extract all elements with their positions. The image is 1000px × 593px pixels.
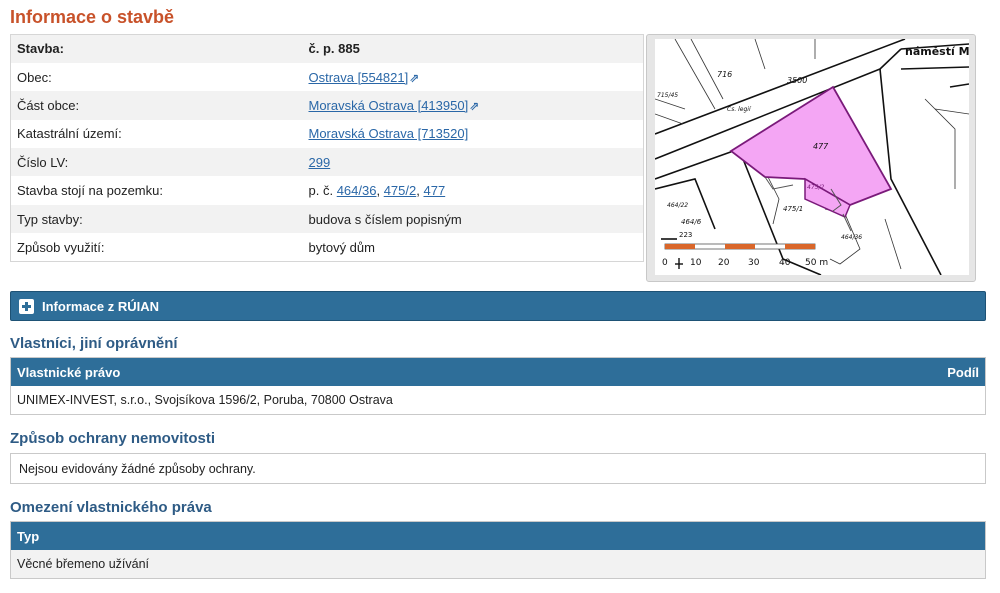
info-row-ku: Katastrální území: Moravská Ostrava [713…: [10, 119, 644, 149]
page-title: Informace o stavbě: [10, 7, 175, 27]
info-row-vyuziti: Způsob využití: bytový dům: [10, 233, 644, 262]
info-row-typ: Typ stavby: budova s číslem popisným: [10, 204, 644, 234]
restrictions-table-header: Typ: [11, 522, 985, 550]
column-header-right: Vlastnické právo: [17, 364, 121, 380]
info-row-stavba: Stavba: č. p. 885: [10, 34, 644, 63]
cast-obce-link[interactable]: Moravská Ostrava [413950]: [309, 98, 469, 113]
scale-tick: 20: [718, 258, 730, 268]
owners-section-title: Vlastníci, jiní oprávnění: [10, 335, 178, 352]
parcel-label: 464/36: [841, 234, 862, 241]
table-row: UNIMEX-INVEST, s.r.o., Svojsíkova 1596/2…: [11, 386, 985, 414]
parcel-label: 475/2: [807, 184, 824, 191]
info-row-obec: Obec: Ostrava [554821]⇗: [10, 62, 644, 92]
column-header-share: Podíl: [947, 364, 979, 380]
external-link-icon[interactable]: ⇗: [469, 99, 479, 113]
scale-tick: 30: [748, 258, 760, 268]
lv-label: Číslo LV:: [17, 154, 69, 170]
parcel-link[interactable]: 477: [423, 183, 445, 198]
parcel-link[interactable]: 464/36: [337, 183, 377, 198]
pozemek-label: Stavba stojí na pozemku:: [17, 183, 163, 199]
vyuziti-value: bytový dům: [308, 239, 375, 255]
map-canvas[interactable]: 716 3500 Čs. legií 715/45 477 475/1 475/…: [655, 39, 969, 275]
typ-value: budova s číslem popisným: [308, 211, 462, 227]
map-scale-bar: [664, 243, 816, 250]
typ-label: Typ stavby:: [17, 211, 83, 227]
lv-link[interactable]: 299: [309, 155, 331, 170]
owners-table: Vlastnické právo Podíl UNIMEX-INVEST, s.…: [10, 357, 986, 415]
pozemek-prefix: p. č.: [308, 183, 334, 199]
info-row-lv: Číslo LV: 299: [10, 148, 644, 177]
parcel-label: 716: [717, 70, 732, 79]
cast-obce-label: Část obce:: [17, 97, 80, 113]
info-row-pozemek: Stavba stojí na pozemku: p. č. 464/36, 4…: [10, 176, 644, 205]
column-header-type: Typ: [17, 528, 40, 544]
map-street-name: náměstí M: [905, 45, 969, 58]
ku-label: Katastrální území:: [17, 126, 122, 142]
external-link-icon[interactable]: ⇗: [409, 71, 419, 85]
restrictions-table: Typ Věcné břemeno užívání: [10, 521, 986, 579]
ruian-expand-button[interactable]: Informace z RÚIAN: [10, 291, 986, 321]
street-label: Čs. legií: [727, 106, 752, 113]
parcel-label: 477: [813, 142, 829, 151]
protection-box: Nejsou evidovány žádné způsoby ochrany.: [10, 453, 986, 484]
stavba-value: č. p. 885: [308, 41, 360, 57]
parcel-link[interactable]: 475/2: [384, 183, 417, 198]
scale-tick: 0: [662, 258, 668, 268]
scale-tick: 10: [690, 258, 702, 268]
parcel-label: 715/45: [657, 92, 678, 99]
owner-entry: UNIMEX-INVEST, s.r.o., Svojsíkova 1596/2…: [17, 393, 393, 407]
info-row-cast-obce: Část obce: Moravská Ostrava [413950]⇗: [10, 91, 644, 120]
obec-label: Obec:: [17, 69, 52, 85]
stavba-label: Stavba:: [17, 41, 64, 57]
ku-link[interactable]: Moravská Ostrava [713520]: [309, 126, 469, 141]
building-info-table: Stavba: č. p. 885 Obec: Ostrava [554821]…: [10, 34, 644, 263]
parcel-label: 475/1: [783, 205, 803, 213]
parcel-label: 464/6: [681, 218, 702, 226]
restrictions-section-title: Omezení vlastnického práva: [10, 499, 212, 516]
table-row: Věcné břemeno užívání: [11, 550, 985, 578]
protection-section-title: Způsob ochrany nemovitosti: [10, 430, 216, 447]
ruian-label: Informace z RÚIAN: [42, 298, 160, 314]
parcel-label: 3500: [787, 76, 807, 85]
parcel-label: 223: [679, 231, 692, 239]
owners-table-header: Vlastnické právo Podíl: [11, 358, 985, 386]
scale-tick: 40: [779, 258, 791, 268]
protection-text: Nejsou evidovány žádné způsoby ochrany.: [19, 461, 256, 476]
parcel-label: 464/22: [667, 202, 688, 209]
obec-link[interactable]: Ostrava [554821]: [309, 70, 409, 85]
restriction-entry: Věcné břemeno užívání: [17, 557, 150, 571]
scale-tick: 50 m: [805, 258, 828, 268]
plus-icon: [19, 298, 34, 314]
vyuziti-label: Způsob využití:: [17, 239, 105, 255]
cadastral-map[interactable]: 716 3500 Čs. legií 715/45 477 475/1 475/…: [646, 34, 976, 282]
